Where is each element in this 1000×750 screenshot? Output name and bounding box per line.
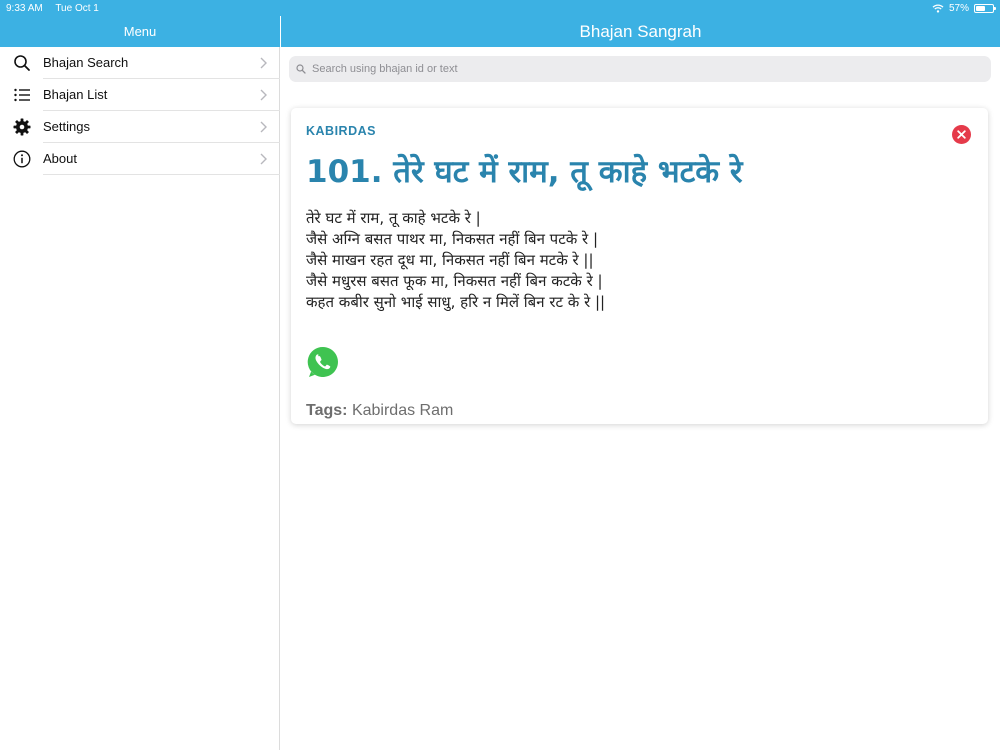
lyric-line: जैसे माखन रहत दूध मा, निकसत नहीं बिन मटक… <box>306 251 594 269</box>
list-icon <box>12 85 32 105</box>
chevron-right-icon <box>260 121 267 133</box>
sidebar-item-settings[interactable]: Settings <box>0 111 280 143</box>
bhajan-lyrics: तेरे घट में राम, तू काहे भटके रे | जैसे … <box>306 208 605 313</box>
status-date: Tue Oct 1 <box>55 2 99 14</box>
close-button[interactable] <box>952 125 971 144</box>
chevron-right-icon <box>260 57 267 69</box>
tags-label: Tags: <box>306 402 348 419</box>
status-time: 9:33 AM <box>6 2 43 14</box>
tags-value: Kabirdas Ram <box>351 402 454 419</box>
search-icon <box>12 53 32 73</box>
sidebar-item-bhajan-list[interactable]: Bhajan List <box>0 79 280 111</box>
app-screen: Menu Bhajan Search Bhajan List Settings … <box>0 0 1000 750</box>
page-title: Bhajan Sangrah <box>281 16 1000 47</box>
wifi-icon <box>932 3 944 13</box>
info-icon <box>12 149 32 169</box>
sidebar-title: Menu <box>0 16 280 47</box>
sidebar-item-bhajan-search[interactable]: Bhajan Search <box>0 47 280 79</box>
lyric-line: तेरे घट में राम, तू काहे भटके रे | <box>306 209 481 227</box>
menu-list: Bhajan Search Bhajan List Settings About <box>0 47 280 175</box>
sidebar-item-label: Bhajan List <box>43 79 280 111</box>
close-icon <box>957 130 966 139</box>
bhajan-title: 101. तेरे घट में राम, तू काहे भटके रे <box>306 154 743 190</box>
sidebar: Menu Bhajan Search Bhajan List Settings … <box>0 0 280 750</box>
sidebar-item-label: Bhajan Search <box>43 47 280 79</box>
whatsapp-icon <box>307 346 338 377</box>
search-bar[interactable] <box>289 56 991 82</box>
battery-icon <box>974 3 996 13</box>
bhajan-card: KABIRDAS 101. तेरे घट में राम, तू काहे भ… <box>291 108 988 424</box>
gear-icon <box>12 117 32 137</box>
whatsapp-share-button[interactable] <box>306 345 340 379</box>
bhajan-tags: Tags: Kabirdas Ram <box>306 402 453 420</box>
bhajan-author: KABIRDAS <box>306 124 376 138</box>
search-icon <box>296 64 306 74</box>
lyric-line: जैसे मधुरस बसत फूक मा, निकसत नहीं बिन कट… <box>306 272 603 290</box>
battery-fill <box>976 5 986 11</box>
lyric-line: जैसे अग्नि बसत पाथर मा, निकसत नहीं बिन प… <box>306 230 598 248</box>
sidebar-item-about[interactable]: About <box>0 143 280 175</box>
search-input[interactable] <box>312 63 952 75</box>
battery-percent: 57% <box>948 2 969 14</box>
lyric-line: कहत कबीर सुनो भाई साधु, हरि न मिलें बिन … <box>306 293 606 311</box>
chevron-right-icon <box>260 153 267 165</box>
status-bar: 9:33 AM Tue Oct 1 57% <box>0 0 1000 16</box>
sidebar-item-label: About <box>43 143 280 175</box>
sidebar-item-label: Settings <box>43 111 280 143</box>
chevron-right-icon <box>260 89 267 101</box>
